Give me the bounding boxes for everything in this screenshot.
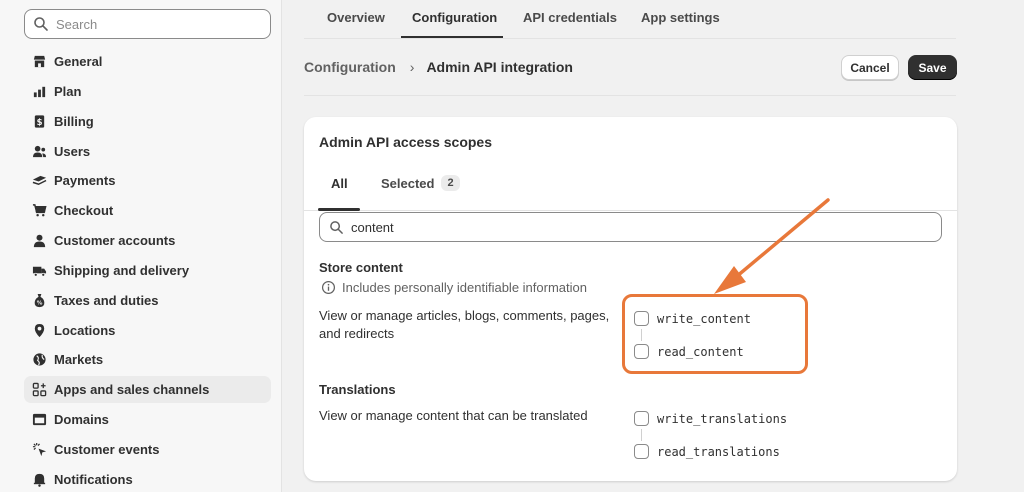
sidebar-item-users[interactable]: Users (24, 138, 271, 165)
section-title-store-content: Store content (319, 260, 403, 275)
sidebar-item-label: Locations (54, 322, 116, 338)
sidebar-item-general[interactable]: General (24, 48, 271, 75)
apps-icon (31, 382, 47, 398)
users-icon (31, 143, 47, 159)
truck-icon (31, 262, 47, 278)
sidebar-item-locations[interactable]: Locations (24, 317, 271, 344)
sidebar-item-billing[interactable]: $ Billing (24, 108, 271, 135)
cursor-click-icon (31, 441, 47, 457)
sidebar-item-label: Billing (54, 113, 94, 129)
scope-search-value: content (351, 219, 394, 235)
sidebar-item-label: Notifications (54, 471, 133, 487)
scope-checkbox-row[interactable]: write_translations (634, 411, 787, 426)
app-tabs: Overview Configuration API credentials A… (304, 0, 956, 39)
sidebar-item-apps-and-sales-channels[interactable]: Apps and sales channels (24, 376, 271, 404)
tax-icon: % (31, 292, 47, 308)
bell-icon (31, 471, 47, 487)
tab-configuration[interactable]: Configuration (412, 10, 497, 25)
section-title-translations: Translations (319, 382, 396, 397)
plan-icon (31, 83, 47, 99)
billing-icon: $ (31, 113, 47, 129)
cart-icon (31, 203, 47, 219)
scope-checkbox[interactable] (634, 444, 649, 459)
search-placeholder: Search (56, 16, 98, 32)
domains-icon (31, 412, 47, 428)
sidebar-item-markets[interactable]: Markets (24, 346, 271, 373)
chevron-right-icon: › (409, 59, 415, 75)
card-title: Admin API access scopes (319, 134, 493, 150)
breadcrumb-parent-link[interactable]: Configuration (304, 59, 396, 75)
person-icon (31, 233, 47, 249)
pii-note-text: Includes personally identifiable informa… (342, 280, 587, 295)
search-icon (34, 17, 48, 31)
tab-selected-label: Selected (381, 175, 435, 191)
sidebar-item-plan[interactable]: Plan (24, 78, 271, 105)
active-card-tab-indicator (318, 208, 360, 211)
sidebar-item-domains[interactable]: Domains (24, 406, 271, 433)
sidebar-item-label: Customer events (54, 441, 160, 457)
page-title: Admin API integration (426, 59, 573, 75)
tab-selected[interactable]: Selected 2 (381, 175, 460, 191)
sidebar-item-checkout[interactable]: Checkout (24, 197, 271, 224)
svg-text:$: $ (36, 116, 42, 126)
sidebar-item-label: Taxes and duties (54, 292, 159, 308)
sidebar-item-label: Apps and sales channels (54, 382, 210, 398)
sidebar-item-label: Markets (54, 352, 104, 368)
scope-label: write_translations (657, 411, 788, 426)
section-description-store-content: View or manage articles, blogs, comments… (319, 308, 610, 341)
scope-label: read_translations (657, 444, 780, 459)
location-pin-icon (31, 322, 47, 338)
sidebar-item-label: Customer accounts (54, 233, 176, 249)
sidebar-nav: General Plan $ Billing Users Payments Ch… (24, 48, 271, 492)
selected-count-badge: 2 (441, 175, 460, 191)
search-input[interactable]: Search (24, 9, 271, 39)
scope-checkbox[interactable] (634, 411, 649, 426)
header-divider (304, 95, 956, 96)
breadcrumb: Configuration › Admin API integration (304, 59, 573, 75)
info-icon (321, 280, 336, 295)
search-icon (330, 220, 343, 234)
active-tab-indicator (401, 36, 503, 38)
sidebar-item-label: Checkout (54, 203, 114, 219)
store-icon (31, 54, 47, 70)
scope-checkbox-row[interactable]: read_translations (634, 444, 780, 459)
sidebar-item-payments[interactable]: Payments (24, 167, 271, 194)
sidebar-item-customer-accounts[interactable]: Customer accounts (24, 227, 271, 254)
scope-search-input[interactable]: content (319, 212, 942, 242)
pii-note: Includes personally identifiable informa… (321, 280, 587, 295)
sidebar-item-label: Payments (54, 173, 116, 189)
sidebar-item-label: Shipping and delivery (54, 262, 190, 278)
tab-app-settings[interactable]: App settings (641, 10, 720, 25)
sidebar-item-label: Domains (54, 412, 109, 428)
cancel-button[interactable]: Cancel (841, 55, 899, 80)
tab-api-credentials[interactable]: API credentials (523, 10, 617, 25)
sidebar-item-label: General (54, 54, 103, 69)
sidebar-item-customer-events[interactable]: Customer events (24, 436, 271, 463)
svg-text:%: % (36, 300, 42, 306)
sidebar-item-shipping[interactable]: Shipping and delivery (24, 257, 271, 284)
sidebar-item-notifications[interactable]: Notifications (24, 466, 271, 492)
sidebar-item-label: Plan (54, 83, 82, 99)
globe-icon (31, 352, 47, 368)
section-description-translations: View or manage content that can be trans… (319, 408, 588, 423)
sidebar-item-label: Users (54, 143, 91, 159)
tab-overview[interactable]: Overview (327, 10, 385, 25)
tab-all[interactable]: All (331, 176, 348, 191)
sidebar-item-taxes[interactable]: % Taxes and duties (24, 287, 271, 314)
payments-icon (31, 173, 47, 189)
scope-connector-line (641, 429, 642, 441)
save-button[interactable]: Save (908, 55, 957, 80)
annotation-highlight-box (622, 294, 808, 374)
settings-sidebar: Search General Plan $ Billing Users Paym… (0, 0, 282, 492)
